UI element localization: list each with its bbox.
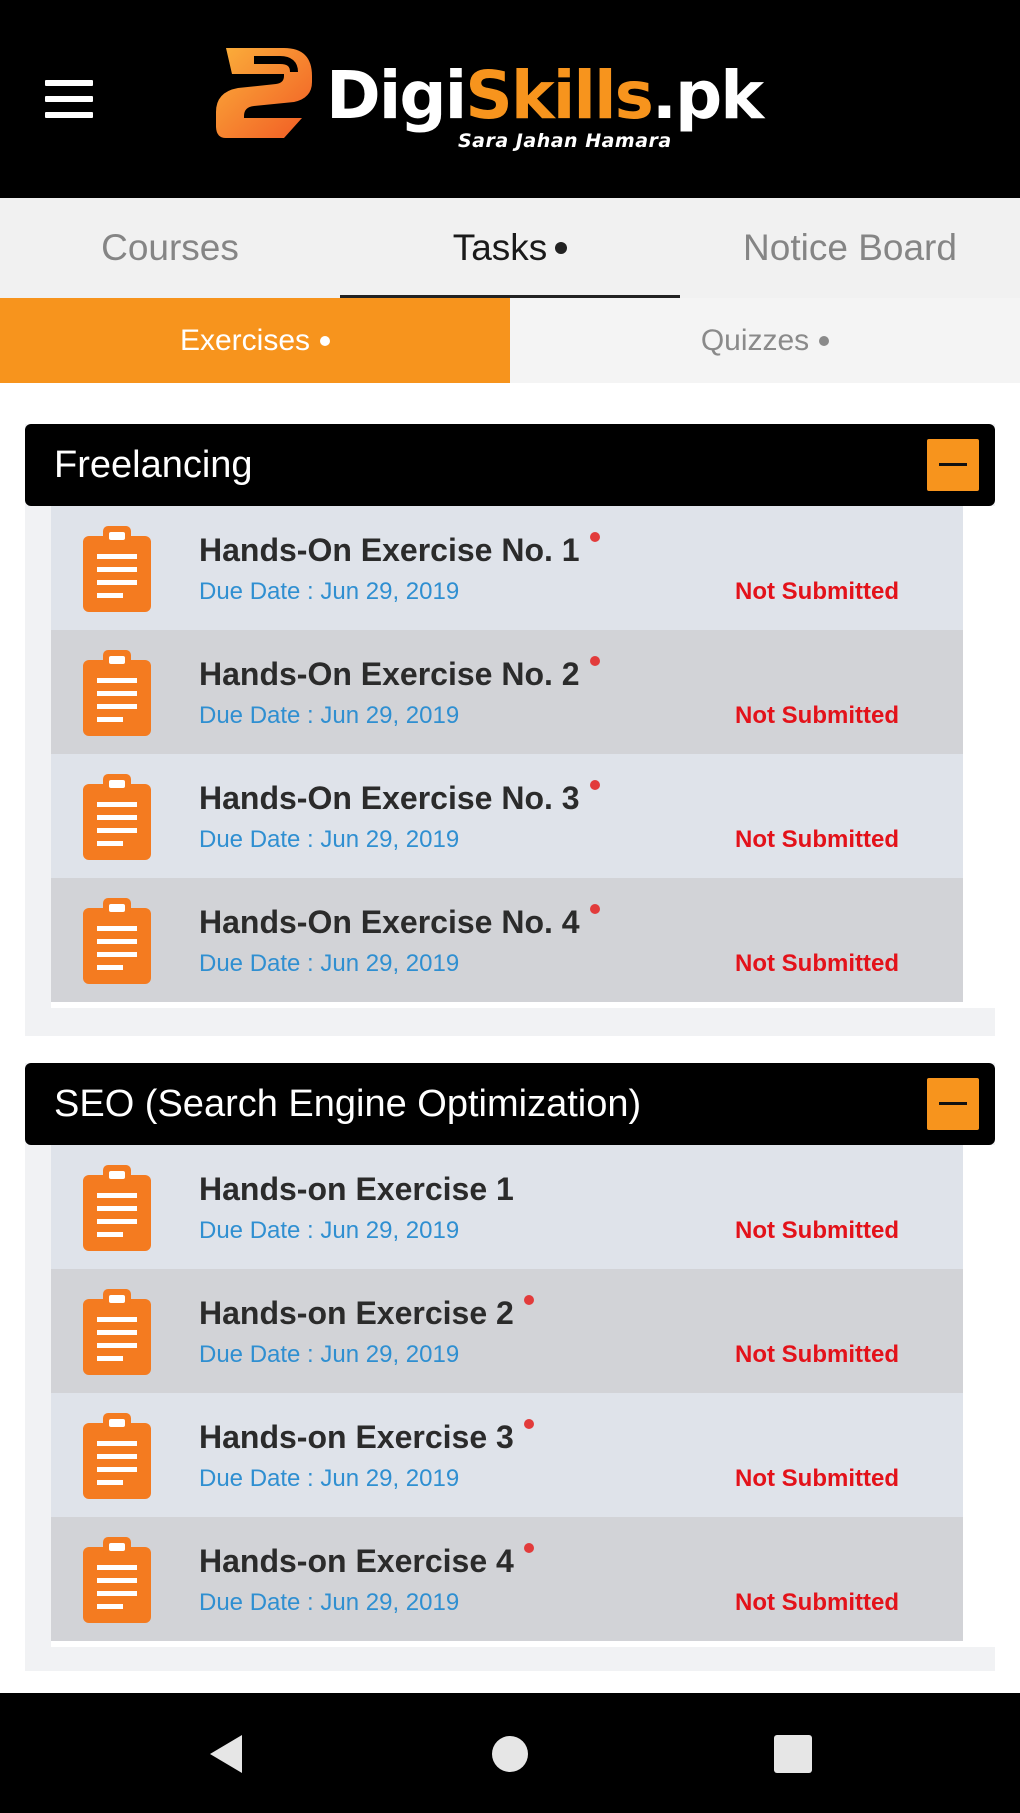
clipboard-icon — [83, 1289, 151, 1375]
course-section-seo: SEO (Search Engine Optimization) Hands-o… — [25, 1063, 997, 1671]
clipboard-icon — [83, 1165, 151, 1251]
tab-exercises-label: Exercises — [179, 323, 311, 357]
section-title: Freelancing — [54, 444, 253, 486]
status-badge: Not Submitted — [735, 578, 899, 605]
exercise-due-date: Due Date : Jun 29, 2019 — [199, 1465, 460, 1492]
exercise-item[interactable]: Hands-on Exercise 2 Due Date : Jun 29, 2… — [51, 1269, 963, 1393]
clipboard-icon — [83, 898, 151, 984]
new-indicator-dot — [589, 532, 600, 542]
tab-tasks[interactable]: Tasks — [340, 198, 680, 298]
tab-notice-board-label: Notice Board — [743, 227, 957, 268]
exercise-item[interactable]: Hands-on Exercise 4 Due Date : Jun 29, 2… — [51, 1517, 963, 1641]
digiskills-logo-mark-icon — [216, 48, 312, 138]
exercise-title: Hands-On Exercise No. 4 — [199, 904, 600, 941]
collapse-minus-icon[interactable] — [927, 439, 979, 491]
exercise-item[interactable]: Hands-on Exercise 1 Due Date : Jun 29, 2… — [51, 1145, 963, 1269]
status-badge: Not Submitted — [735, 702, 899, 729]
sub-tab-bar: Exercises Quizzes — [0, 298, 1020, 383]
exercise-title: Hands-On Exercise No. 3 — [199, 780, 600, 817]
exercise-title: Hands-on Exercise 3 — [199, 1419, 534, 1456]
section-header[interactable]: Freelancing — [25, 424, 995, 506]
new-indicator-dot — [589, 904, 600, 914]
tab-notice-board[interactable]: Notice Board — [680, 198, 1020, 298]
tab-courses-label: Courses — [101, 227, 239, 268]
tasks-notification-dot — [555, 242, 568, 254]
status-badge: Not Submitted — [735, 1217, 899, 1244]
section-items: Hands-on Exercise 1 Due Date : Jun 29, 2… — [51, 1145, 997, 1647]
tab-exercises[interactable]: Exercises — [0, 298, 510, 383]
status-badge: Not Submitted — [735, 1589, 899, 1616]
square-recents-icon[interactable] — [770, 1731, 816, 1777]
collapse-minus-icon[interactable] — [927, 1078, 979, 1130]
exercise-due-date: Due Date : Jun 29, 2019 — [199, 702, 460, 729]
status-badge: Not Submitted — [735, 1465, 899, 1492]
new-indicator-dot — [523, 1419, 534, 1429]
system-nav-bar — [0, 1693, 1020, 1813]
logo-tagline: Sara Jahan Hamara — [458, 130, 672, 152]
exercise-title: Hands-on Exercise 2 — [199, 1295, 534, 1332]
quizzes-notification-dot — [819, 335, 830, 346]
hamburger-menu-icon[interactable] — [40, 74, 100, 124]
main-tab-bar: Courses Tasks Notice Board — [0, 198, 1020, 298]
exercise-title: Hands-On Exercise No. 2 — [199, 656, 600, 693]
exercise-due-date: Due Date : Jun 29, 2019 — [199, 826, 460, 853]
status-badge: Not Submitted — [735, 1341, 899, 1368]
tab-tasks-label: Tasks — [452, 227, 548, 268]
tab-quizzes[interactable]: Quizzes — [510, 298, 1020, 383]
section-title: SEO (Search Engine Optimization) — [54, 1083, 642, 1125]
exercise-due-date: Due Date : Jun 29, 2019 — [199, 1217, 460, 1244]
clipboard-icon — [83, 774, 151, 860]
exercise-item[interactable]: Hands-On Exercise No. 4 Due Date : Jun 2… — [51, 878, 963, 1002]
exercise-title: Hands-On Exercise No. 1 — [199, 532, 600, 569]
logo-wordmark: DigiSkills.pk — [326, 57, 764, 134]
status-badge: Not Submitted — [735, 950, 899, 977]
circle-home-icon[interactable] — [487, 1731, 533, 1777]
exercise-due-date: Due Date : Jun 29, 2019 — [199, 950, 460, 977]
exercise-title: Hands-on Exercise 1 — [199, 1171, 514, 1207]
new-indicator-dot — [589, 780, 600, 790]
clipboard-icon — [83, 1537, 151, 1623]
clipboard-icon — [83, 526, 151, 612]
exercise-due-date: Due Date : Jun 29, 2019 — [199, 578, 460, 605]
exercise-item[interactable]: Hands-On Exercise No. 2 Due Date : Jun 2… — [51, 630, 963, 754]
exercise-due-date: Due Date : Jun 29, 2019 — [199, 1589, 460, 1616]
app-header: DigiSkills.pk Sara Jahan Hamara — [0, 0, 1020, 198]
new-indicator-dot — [523, 1543, 534, 1553]
status-badge: Not Submitted — [735, 826, 899, 853]
clipboard-icon — [83, 1413, 151, 1499]
tab-quizzes-label: Quizzes — [700, 323, 810, 357]
clipboard-icon — [83, 650, 151, 736]
course-section-freelancing: Freelancing Hands-On Exercise No. 1 Due … — [25, 424, 997, 1036]
exercise-list[interactable]: Freelancing Hands-On Exercise No. 1 Due … — [0, 383, 1020, 1693]
new-indicator-dot — [523, 1295, 534, 1305]
new-indicator-dot — [589, 656, 600, 666]
exercise-due-date: Due Date : Jun 29, 2019 — [199, 1341, 460, 1368]
tab-courses[interactable]: Courses — [0, 198, 340, 298]
exercises-notification-dot — [320, 335, 331, 346]
section-items: Hands-On Exercise No. 1 Due Date : Jun 2… — [51, 506, 997, 1008]
section-header[interactable]: SEO (Search Engine Optimization) — [25, 1063, 995, 1145]
exercise-item[interactable]: Hands-On Exercise No. 1 Due Date : Jun 2… — [51, 506, 963, 630]
digiskills-logo: DigiSkills.pk Sara Jahan Hamara — [214, 46, 814, 158]
exercise-title: Hands-on Exercise 4 — [199, 1543, 534, 1580]
app-root: DigiSkills.pk Sara Jahan Hamara Courses … — [0, 0, 1020, 1813]
exercise-item[interactable]: Hands-on Exercise 3 Due Date : Jun 29, 2… — [51, 1393, 963, 1517]
exercise-item[interactable]: Hands-On Exercise No. 3 Due Date : Jun 2… — [51, 754, 963, 878]
triangle-back-icon[interactable] — [204, 1731, 250, 1777]
